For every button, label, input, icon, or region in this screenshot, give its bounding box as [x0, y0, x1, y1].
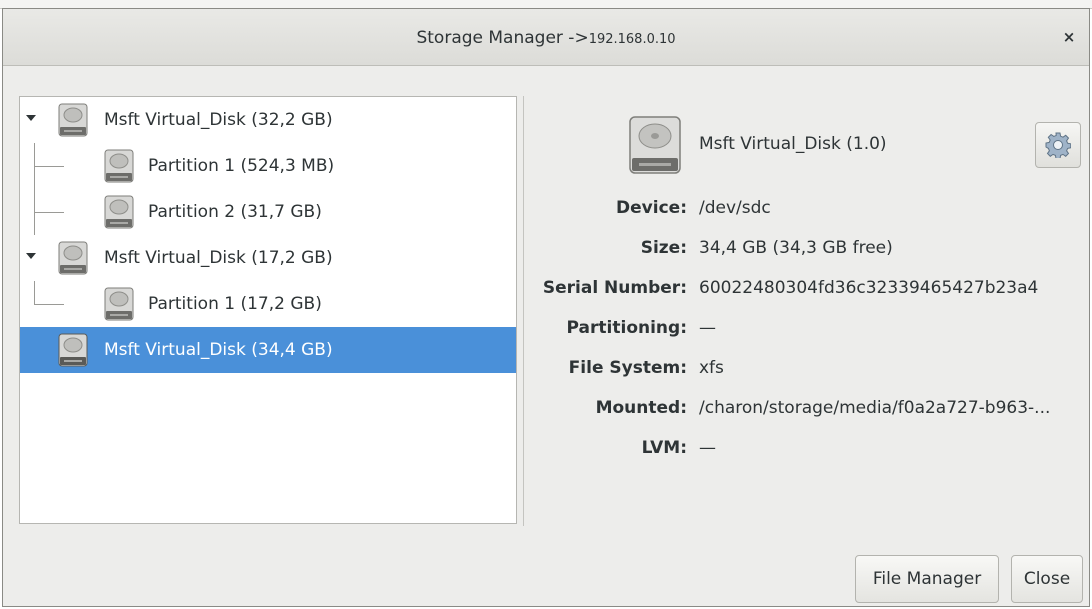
hard-disk-icon [58, 333, 88, 367]
property-key: Partitioning: [566, 318, 687, 338]
title-bar[interactable]: Storage Manager ->192.168.0.10 × [3, 9, 1089, 66]
disk-details: Msft Virtual_Disk (1.0) Device: /dev/sdc… [533, 96, 1089, 526]
close-icon[interactable]: × [1059, 27, 1079, 47]
tree-item-label: Partition 2 (31,7 GB) [148, 202, 322, 222]
property-value: /dev/sdc [699, 198, 771, 218]
expander-open-icon[interactable] [26, 253, 36, 259]
tree-row-disk-selected[interactable]: Msft Virtual_Disk (34,4 GB) [20, 327, 516, 373]
gear-icon [1045, 132, 1071, 158]
tree-row-partition[interactable]: Partition 1 (524,3 MB) [20, 143, 516, 189]
property-value: xfs [699, 358, 724, 378]
window-title-text: Storage Manager -> [416, 28, 589, 48]
hard-disk-icon [104, 287, 134, 321]
file-manager-button[interactable]: File Manager [855, 555, 999, 603]
property-key: File System: [568, 358, 687, 378]
property-partitioning: Partitioning: — [533, 308, 1089, 348]
property-key: Size: [640, 238, 687, 258]
tree-item-label: Msft Virtual_Disk (32,2 GB) [104, 110, 333, 130]
settings-button[interactable] [1035, 122, 1081, 168]
disk-tree[interactable]: Msft Virtual_Disk (32,2 GB) Partition 1 … [19, 96, 517, 524]
tree-item-label: Partition 1 (524,3 MB) [148, 156, 335, 176]
tree-item-label: Msft Virtual_Disk (17,2 GB) [104, 248, 333, 268]
hard-disk-icon [104, 195, 134, 229]
close-button[interactable]: Close [1011, 555, 1083, 603]
property-key: Device: [616, 198, 687, 218]
property-value: 60022480304fd36c32339465427b23a4 [699, 278, 1039, 298]
hard-disk-icon [104, 149, 134, 183]
tree-row-disk[interactable]: Msft Virtual_Disk (17,2 GB) [20, 235, 516, 281]
property-value: — [699, 318, 716, 338]
property-value: /charon/storage/media/f0a2a727-b963-... [699, 398, 1051, 418]
expander-open-icon[interactable] [26, 115, 36, 121]
property-key: Serial Number: [542, 278, 687, 298]
property-key: Mounted: [595, 398, 687, 418]
hard-disk-icon [58, 241, 88, 275]
tree-row-disk[interactable]: Msft Virtual_Disk (32,2 GB) [20, 97, 516, 143]
hard-disk-icon [629, 116, 681, 174]
property-size: Size: 34,4 GB (34,3 GB free) [533, 228, 1089, 268]
window-title: Storage Manager ->192.168.0.10 [3, 9, 1089, 65]
tree-row-partition[interactable]: Partition 2 (31,7 GB) [20, 189, 516, 235]
tree-row-partition[interactable]: Partition 1 (17,2 GB) [20, 281, 516, 327]
tree-item-label: Partition 1 (17,2 GB) [148, 294, 322, 314]
panel-divider [523, 96, 524, 526]
selected-disk-name: Msft Virtual_Disk (1.0) [699, 134, 887, 154]
property-mounted: Mounted: /charon/storage/media/f0a2a727-… [533, 388, 1089, 428]
property-serial-number: Serial Number: 60022480304fd36c323394654… [533, 268, 1089, 308]
tree-item-label: Msft Virtual_Disk (34,4 GB) [104, 340, 333, 360]
property-value: 34,4 GB (34,3 GB free) [699, 238, 893, 258]
property-device: Device: /dev/sdc [533, 188, 1089, 228]
window-title-ip: 192.168.0.10 [588, 32, 676, 47]
property-file-system: File System: xfs [533, 348, 1089, 388]
hard-disk-icon [58, 103, 88, 137]
property-value: — [699, 438, 716, 458]
property-lvm: LVM: — [533, 428, 1089, 468]
storage-manager-dialog: Storage Manager ->192.168.0.10 × Msft Vi… [2, 8, 1090, 607]
property-key: LVM: [641, 438, 687, 458]
